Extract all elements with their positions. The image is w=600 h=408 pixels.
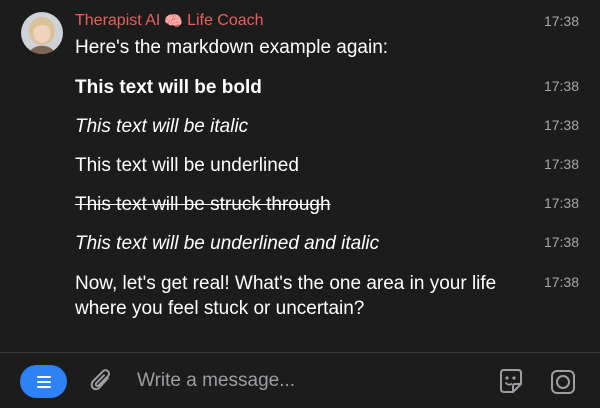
message-time: 17:38 xyxy=(543,274,579,290)
menu-icon xyxy=(36,375,51,388)
message-text-italic: This text will be underlined and italic xyxy=(75,233,380,254)
message-time: 17:38 xyxy=(543,117,579,133)
message-time: 17:38 xyxy=(543,13,579,29)
avatar[interactable] xyxy=(21,12,63,54)
paperclip-icon[interactable] xyxy=(89,368,115,396)
message-text-bold: This text will be bold xyxy=(75,77,262,98)
message-time: 17:38 xyxy=(543,156,579,172)
chat-area: Therapist AI 🧠 Life Coach 17:38 Here's t… xyxy=(0,0,600,352)
composer-bar xyxy=(0,352,600,408)
camera-icon[interactable] xyxy=(548,367,578,397)
sender-name[interactable]: Therapist AI 🧠 Life Coach xyxy=(75,12,264,30)
message-text: Now, let's get real! What's the one area… xyxy=(75,273,497,319)
message-text: Here's the markdown example again: xyxy=(75,37,389,58)
message-time: 17:38 xyxy=(543,195,579,211)
message-text-strikethrough: This text will be struck through xyxy=(75,194,331,215)
message-input[interactable] xyxy=(137,370,477,392)
menu-button[interactable] xyxy=(20,365,67,398)
sender-name-label: Therapist AI xyxy=(75,12,161,29)
message-time: 17:38 xyxy=(543,234,579,250)
message-time: 17:38 xyxy=(543,78,579,94)
message-text-italic: This text will be italic xyxy=(75,116,249,137)
sender-role-label: Life Coach xyxy=(187,12,264,29)
message-text: This text will be underlined xyxy=(75,155,299,176)
brain-icon: 🧠 xyxy=(164,13,184,30)
sticker-icon[interactable] xyxy=(496,367,526,397)
